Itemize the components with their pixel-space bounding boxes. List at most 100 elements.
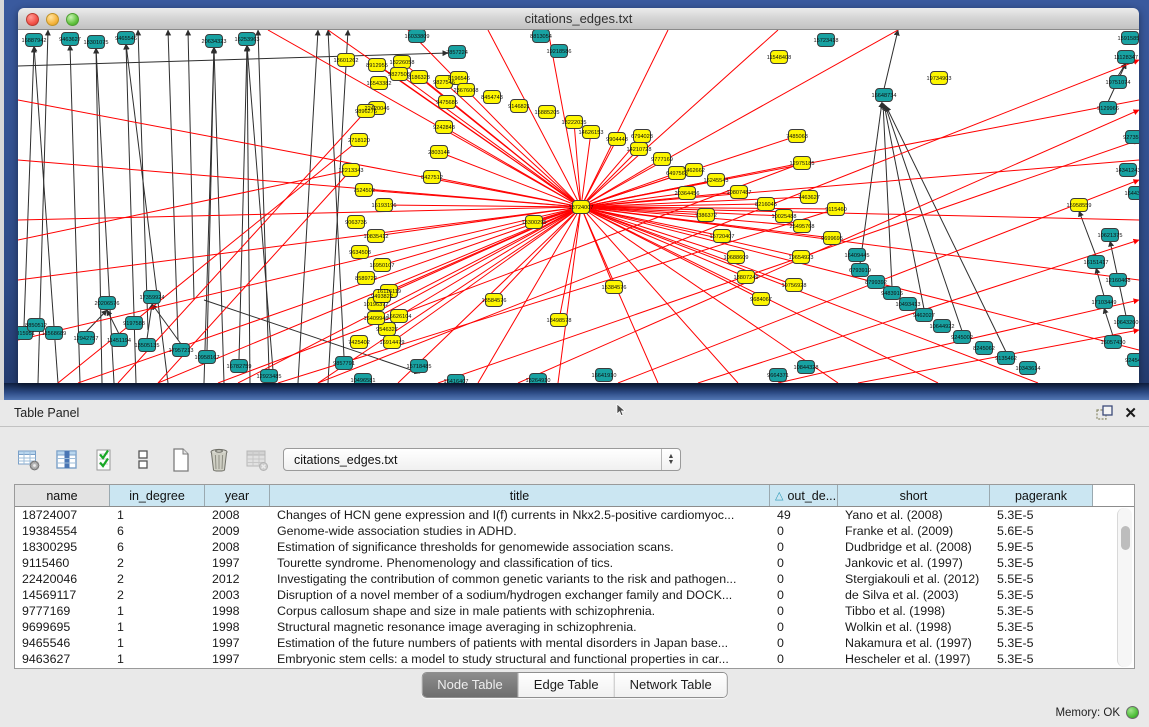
column-header-short[interactable]: short <box>838 485 990 506</box>
table-cell[interactable]: 0 <box>770 635 838 651</box>
table-cell[interactable]: Wolkin et al. (1998) <box>838 619 990 635</box>
table-cell[interactable]: Structural magnetic resonance image aver… <box>270 619 770 635</box>
table-selector-combobox[interactable]: citations_edges.txt ▲▼ <box>283 448 681 471</box>
table-cell[interactable]: 2009 <box>205 523 270 539</box>
table-cell[interactable]: 9699695 <box>15 619 110 635</box>
table-row[interactable]: 969969511998Structural magnetic resonanc… <box>15 619 1134 635</box>
float-panel-icon[interactable] <box>1096 405 1113 421</box>
table-cell[interactable]: 5.3E-5 <box>990 619 1093 635</box>
table-cell[interactable]: 2008 <box>205 539 270 555</box>
table-cell[interactable]: 2003 <box>205 587 270 603</box>
column-header-in_degree[interactable]: in_degree <box>110 485 205 506</box>
table-cell[interactable]: 18724007 <box>15 507 110 523</box>
table-cell[interactable]: Investigating the contribution of common… <box>270 571 770 587</box>
table-cell[interactable]: 1997 <box>205 651 270 667</box>
table-cell[interactable]: 2012 <box>205 571 270 587</box>
table-cell[interactable]: 5.3E-5 <box>990 507 1093 523</box>
table-cell[interactable]: 6 <box>110 539 205 555</box>
table-cell[interactable]: 1 <box>110 619 205 635</box>
table-cell[interactable]: 5.3E-5 <box>990 651 1093 667</box>
table-cell[interactable]: 9777169 <box>15 603 110 619</box>
table-cell[interactable]: 49 <box>770 507 838 523</box>
new-column-icon[interactable] <box>168 447 194 473</box>
table-cell[interactable]: Genome-wide association studies in ADHD. <box>270 523 770 539</box>
table-cell[interactable]: Corpus callosum shape and size in male p… <box>270 603 770 619</box>
network-view-window[interactable]: 1688794294636271830107594655462063432316… <box>18 8 1139 383</box>
table-scrollbar-track[interactable] <box>1117 508 1132 667</box>
row-height-icon[interactable] <box>130 447 156 473</box>
table-cell[interactable]: Stergiakouli et al. (2012) <box>838 571 990 587</box>
column-header-title[interactable]: title <box>270 485 770 506</box>
table-cell[interactable]: 1 <box>110 651 205 667</box>
table-cell[interactable]: 5.5E-5 <box>990 571 1093 587</box>
table-cell[interactable]: 0 <box>770 523 838 539</box>
table-scrollbar-thumb[interactable] <box>1121 526 1130 550</box>
table-row[interactable]: 1456911722003Disruption of a novel membe… <box>15 587 1134 603</box>
table-cell[interactable]: 0 <box>770 603 838 619</box>
column-header-pagerank[interactable]: pagerank <box>990 485 1093 506</box>
table-cell[interactable]: 19384554 <box>15 523 110 539</box>
table-cell[interactable]: 18300295 <box>15 539 110 555</box>
table-row[interactable]: 911546021997Tourette syndrome. Phenomeno… <box>15 555 1134 571</box>
network-canvas[interactable]: 1688794294636271830107594655462063432316… <box>18 30 1139 383</box>
table-cell[interactable]: 1997 <box>205 635 270 651</box>
table-cell[interactable]: Estimation of the future numbers of pati… <box>270 635 770 651</box>
table-row[interactable]: 1938455462009Genome-wide association stu… <box>15 523 1134 539</box>
table-cell[interactable]: 0 <box>770 539 838 555</box>
table-cell[interactable]: Tourette syndrome. Phenomenology and cla… <box>270 555 770 571</box>
window-titlebar[interactable]: citations_edges.txt <box>18 8 1139 30</box>
tab-network-table[interactable]: Network Table <box>615 673 727 697</box>
table-cell[interactable]: Embryonic stem cells: a model to study s… <box>270 651 770 667</box>
table-cell[interactable]: 2 <box>110 587 205 603</box>
table-cell[interactable]: 5.3E-5 <box>990 587 1093 603</box>
tab-edge-table[interactable]: Edge Table <box>519 673 615 697</box>
table-cell[interactable]: Jankovic et al. (1997) <box>838 555 990 571</box>
table-row[interactable]: 2242004622012Investigating the contribut… <box>15 571 1134 587</box>
table-settings-icon[interactable] <box>16 447 42 473</box>
column-header-name[interactable]: name <box>15 485 110 506</box>
table-cell[interactable]: 0 <box>770 587 838 603</box>
select-columns-icon[interactable] <box>92 447 118 473</box>
table-cell[interactable]: 5.6E-5 <box>990 523 1093 539</box>
table-row[interactable]: 1872400712008Changes of HCN gene express… <box>15 507 1134 523</box>
column-header-year[interactable]: year <box>205 485 270 506</box>
table-row[interactable]: 1830029562008Estimation of significance … <box>15 539 1134 555</box>
table-cell[interactable]: 1 <box>110 507 205 523</box>
table-cell[interactable]: 0 <box>770 651 838 667</box>
table-cell[interactable]: 1998 <box>205 619 270 635</box>
table-cell[interactable]: 6 <box>110 523 205 539</box>
table-cell[interactable]: 5.3E-5 <box>990 555 1093 571</box>
table-row[interactable]: 946554611997Estimation of the future num… <box>15 635 1134 651</box>
close-panel-icon[interactable]: ✕ <box>1124 404 1137 422</box>
table-cell[interactable]: 0 <box>770 555 838 571</box>
memory-status-icon[interactable] <box>1126 706 1139 719</box>
table-cell[interactable]: 5.3E-5 <box>990 603 1093 619</box>
table-cell[interactable]: Hescheler et al. (1997) <box>838 651 990 667</box>
table-cell[interactable]: 2 <box>110 571 205 587</box>
table-cell[interactable]: 9115460 <box>15 555 110 571</box>
table-cell[interactable]: 14569117 <box>15 587 110 603</box>
delete-column-icon[interactable] <box>206 447 232 473</box>
table-row[interactable]: 977716911998Corpus callosum shape and si… <box>15 603 1134 619</box>
table-cell[interactable]: 22420046 <box>15 571 110 587</box>
table-cell[interactable]: 1 <box>110 635 205 651</box>
table-cell[interactable]: 9465546 <box>15 635 110 651</box>
table-cell[interactable]: 9463627 <box>15 651 110 667</box>
table-cell[interactable]: 5.9E-5 <box>990 539 1093 555</box>
table-cell[interactable]: 1997 <box>205 555 270 571</box>
table-cell[interactable]: Dudbridge et al. (2008) <box>838 539 990 555</box>
table-cell[interactable]: 1 <box>110 603 205 619</box>
table-cell[interactable]: 5.3E-5 <box>990 635 1093 651</box>
table-cell[interactable]: 0 <box>770 619 838 635</box>
table-cell[interactable]: 0 <box>770 571 838 587</box>
table-row[interactable]: 946362711997Embryonic stem cells: a mode… <box>15 651 1134 667</box>
tab-node-table[interactable]: Node Table <box>422 673 519 697</box>
table-cell[interactable]: Changes of HCN gene expression and I(f) … <box>270 507 770 523</box>
table-cell[interactable]: Disruption of a novel member of a sodium… <box>270 587 770 603</box>
table-cell[interactable]: de Silva et al. (2003) <box>838 587 990 603</box>
table-cell[interactable]: Yano et al. (2008) <box>838 507 990 523</box>
table-cell[interactable]: Tibbo et al. (1998) <box>838 603 990 619</box>
table-cell[interactable]: Nakamura et al. (1997) <box>838 635 990 651</box>
table-cell[interactable]: 1998 <box>205 603 270 619</box>
table-cell[interactable]: 2008 <box>205 507 270 523</box>
